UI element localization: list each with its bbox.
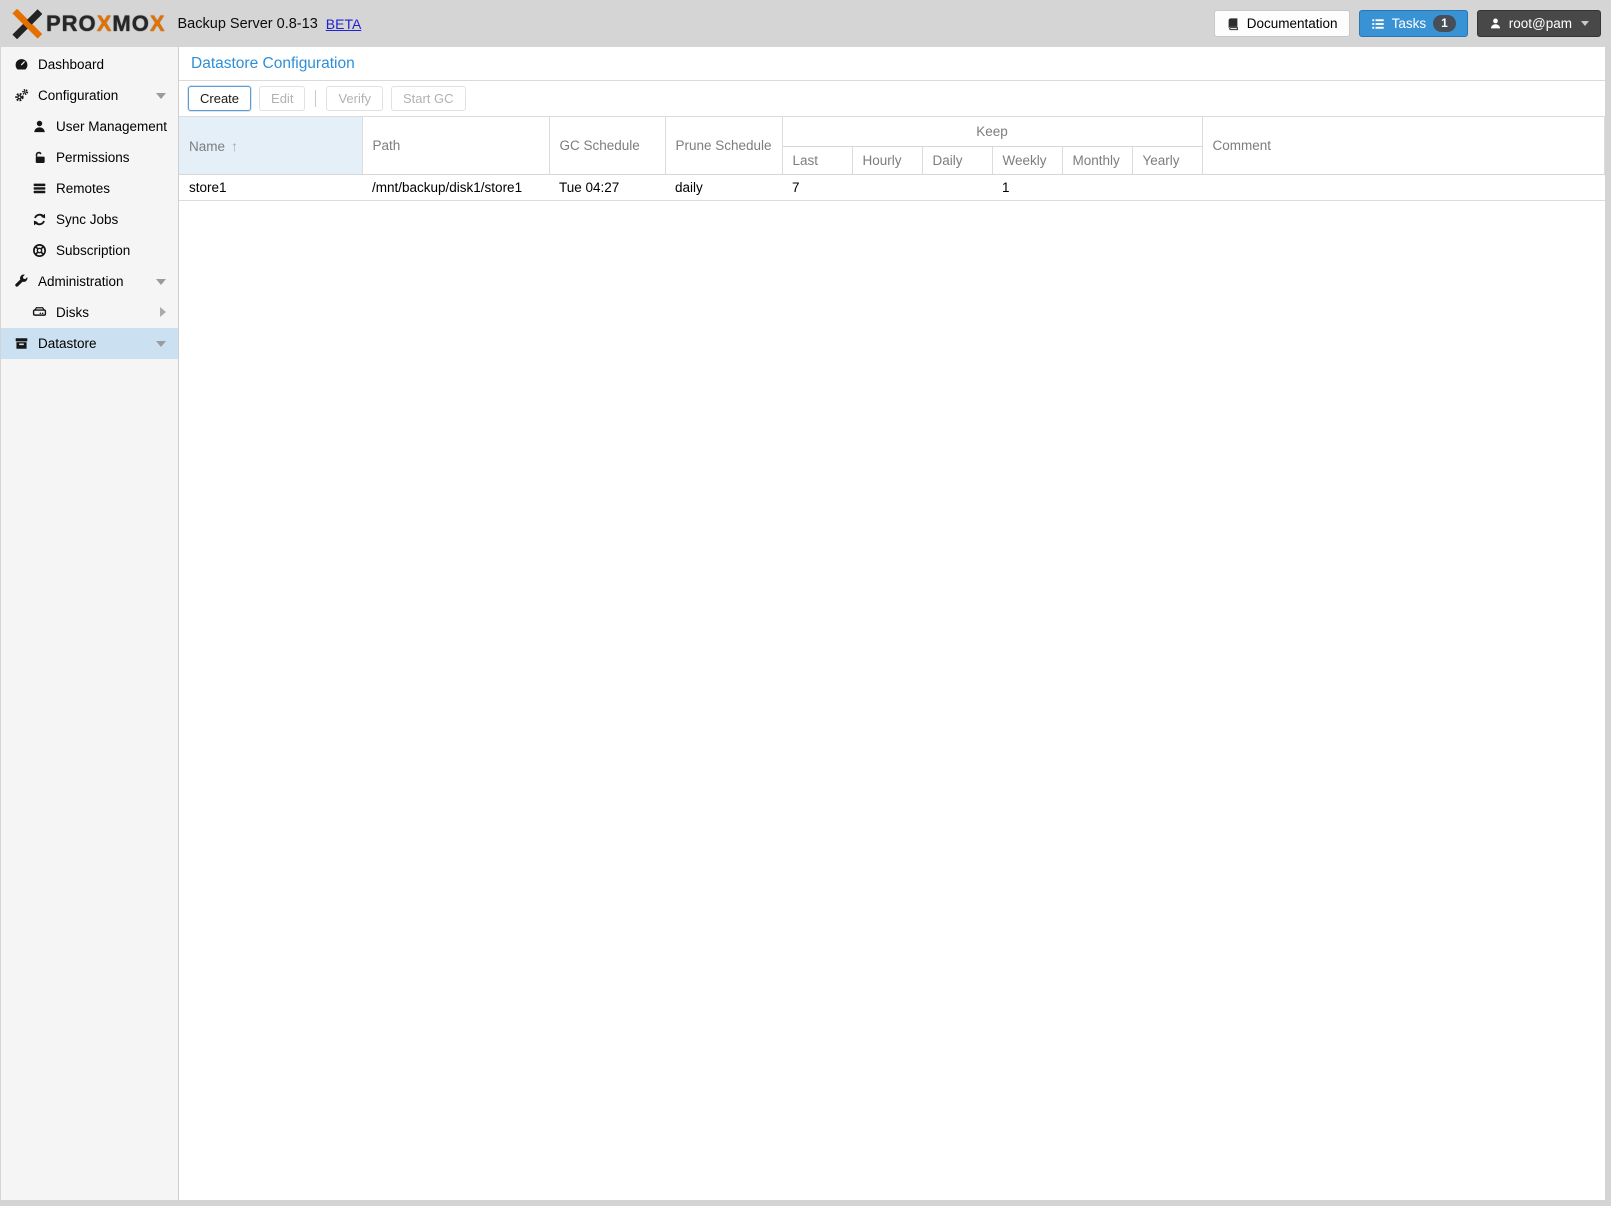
hard-disk-icon	[32, 305, 47, 320]
column-header-name[interactable]: Name↑	[179, 117, 362, 175]
column-header-comment[interactable]: Comment	[1202, 117, 1604, 175]
sidebar-item-remotes[interactable]: Remotes	[1, 173, 178, 204]
app-window: PROXMOX Backup Server 0.8-13 BETA Docume…	[0, 0, 1611, 1206]
sidebar-item-label: Remotes	[56, 181, 110, 196]
topbar-actions: Documentation Tasks 1 root@pam	[1214, 10, 1601, 37]
cell-path: /mnt/backup/disk1/store1	[362, 175, 549, 201]
column-header-keep-yearly[interactable]: Yearly	[1132, 147, 1202, 175]
user-icon	[1489, 17, 1502, 30]
sidebar-item-label: Permissions	[56, 150, 130, 165]
tasks-button-label: Tasks	[1392, 16, 1427, 31]
sidebar-item-permissions[interactable]: Permissions	[1, 142, 178, 173]
life-ring-icon	[32, 243, 47, 258]
user-menu-button[interactable]: root@pam	[1477, 10, 1601, 37]
user-menu-label: root@pam	[1509, 16, 1572, 31]
sidebar-item-disks[interactable]: Disks	[1, 297, 178, 328]
tasks-button[interactable]: Tasks 1	[1359, 10, 1468, 37]
gears-icon	[14, 88, 29, 103]
datastore-table: Name↑ Path GC Schedule Prune Schedule Ke…	[179, 116, 1605, 201]
chevron-down-icon	[1581, 21, 1589, 26]
proxmox-logo: PROXMOX	[12, 9, 166, 39]
cell-keep-weekly: 1	[992, 175, 1062, 201]
sidebar-item-configuration[interactable]: Configuration	[1, 80, 178, 111]
sidebar-item-label: Sync Jobs	[56, 212, 118, 227]
unlock-icon	[32, 150, 47, 165]
column-header-keep-hourly[interactable]: Hourly	[852, 147, 922, 175]
cell-keep-monthly	[1062, 175, 1132, 201]
main-panel: Datastore Configuration Create Edit Veri…	[179, 47, 1605, 1200]
cell-keep-last: 7	[782, 175, 852, 201]
sort-ascending-icon: ↑	[231, 138, 238, 154]
column-header-prune-schedule[interactable]: Prune Schedule	[665, 117, 782, 175]
chevron-down-icon[interactable]	[156, 279, 166, 285]
user-icon	[32, 119, 47, 134]
sidebar-item-label: Datastore	[38, 336, 97, 351]
documentation-button[interactable]: Documentation	[1214, 10, 1350, 37]
cell-gc-schedule: Tue 04:27	[549, 175, 665, 201]
cell-prune-schedule: daily	[665, 175, 782, 201]
book-icon	[1226, 17, 1240, 31]
cell-comment	[1202, 175, 1604, 201]
task-list-icon	[1371, 17, 1385, 31]
toolbar: Create Edit Verify Start GC	[179, 81, 1605, 116]
chevron-right-icon[interactable]	[160, 307, 166, 317]
sidebar-item-label: User Management	[56, 119, 167, 134]
column-group-keep: Keep	[782, 117, 1202, 147]
edit-button[interactable]: Edit	[259, 86, 305, 111]
verify-button[interactable]: Verify	[326, 86, 383, 111]
table-row-store1[interactable]: store1 /mnt/backup/disk1/store1 Tue 04:2…	[179, 175, 1605, 201]
top-header-bar: PROXMOX Backup Server 0.8-13 BETA Docume…	[0, 0, 1611, 47]
archive-box-icon	[14, 336, 29, 351]
sidebar-item-sync-jobs[interactable]: Sync Jobs	[1, 204, 178, 235]
title-bar: Datastore Configuration	[179, 47, 1605, 81]
sidebar-item-administration[interactable]: Administration	[1, 266, 178, 297]
dashboard-icon	[14, 57, 29, 72]
column-header-path[interactable]: Path	[362, 117, 549, 175]
column-header-gc-schedule[interactable]: GC Schedule	[549, 117, 665, 175]
sidebar-item-dashboard[interactable]: Dashboard	[1, 49, 178, 80]
page-title: Datastore Configuration	[191, 55, 355, 73]
proxmox-logo-text: PROXMOX	[46, 13, 166, 35]
cell-keep-hourly	[852, 175, 922, 201]
sidebar-item-label: Subscription	[56, 243, 130, 258]
chevron-down-icon[interactable]	[156, 341, 166, 347]
column-header-keep-daily[interactable]: Daily	[922, 147, 992, 175]
sidebar-nav: Dashboard Configuration	[1, 47, 179, 1200]
product-title: Backup Server 0.8-13	[178, 16, 318, 32]
sidebar-item-label: Configuration	[38, 88, 118, 103]
cell-keep-daily	[922, 175, 992, 201]
start-gc-button[interactable]: Start GC	[391, 86, 466, 111]
tasks-count-badge: 1	[1433, 15, 1456, 32]
sidebar-item-user-management[interactable]: User Management	[1, 111, 178, 142]
sidebar-item-label: Disks	[56, 305, 89, 320]
documentation-button-label: Documentation	[1247, 16, 1338, 31]
beta-link[interactable]: BETA	[326, 16, 362, 32]
sidebar-item-label: Administration	[38, 274, 124, 289]
sidebar-item-subscription[interactable]: Subscription	[1, 235, 178, 266]
column-header-keep-weekly[interactable]: Weekly	[992, 147, 1062, 175]
cell-name: store1	[179, 175, 362, 201]
cell-keep-yearly	[1132, 175, 1202, 201]
column-header-keep-monthly[interactable]: Monthly	[1062, 147, 1132, 175]
chevron-down-icon[interactable]	[156, 93, 166, 99]
sidebar-item-label: Dashboard	[38, 57, 104, 72]
column-header-keep-last[interactable]: Last	[782, 147, 852, 175]
sync-refresh-icon	[32, 212, 47, 227]
wrench-icon	[14, 274, 29, 289]
create-button[interactable]: Create	[188, 86, 251, 111]
server-list-icon	[32, 181, 47, 196]
proxmox-x-logo-icon	[12, 9, 42, 39]
sidebar-item-datastore[interactable]: Datastore	[1, 328, 178, 359]
toolbar-separator	[315, 90, 316, 107]
